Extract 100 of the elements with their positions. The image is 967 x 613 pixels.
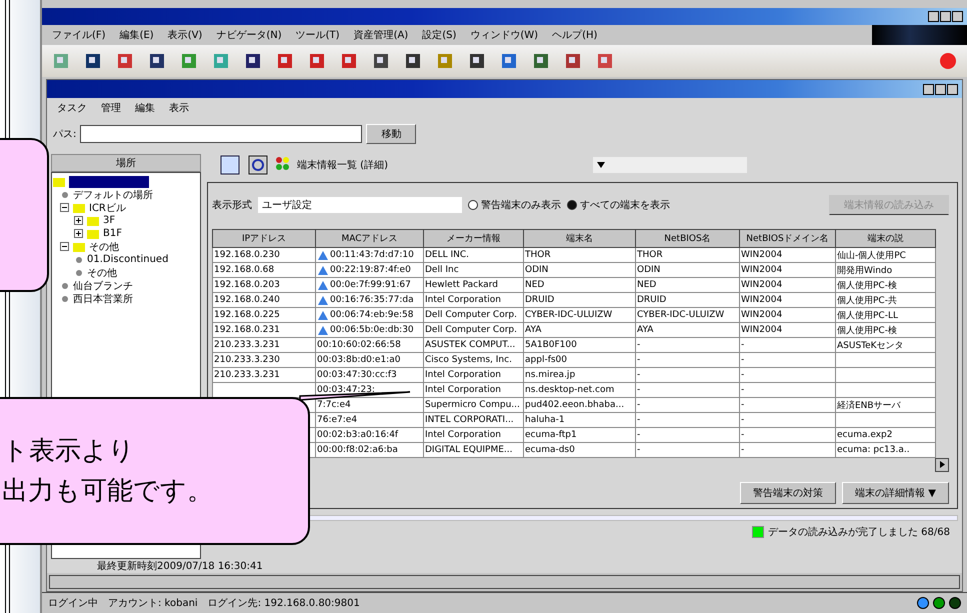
expander-icon[interactable] — [74, 216, 83, 225]
caret-icon — [597, 162, 605, 168]
table-cell: 個人使用PC-検 — [837, 280, 897, 290]
menu-item[interactable]: 編集 — [135, 101, 155, 115]
node-icon — [60, 294, 70, 304]
column-header[interactable]: NetBIOSドメイン名 — [740, 230, 836, 248]
table-cell: 210.233.3.231 — [214, 340, 280, 350]
table-cell: NED — [637, 280, 656, 290]
table-cell: ecuma-ds0 — [525, 445, 575, 455]
minimize-button[interactable] — [923, 84, 934, 94]
tree-item[interactable]: 西日本営業所 — [73, 292, 133, 306]
tree-item[interactable]: その他 — [87, 266, 117, 280]
table-cell: 00:06:5b:0e:db:30 — [330, 325, 414, 335]
radio-button[interactable] — [468, 200, 478, 210]
menu-item[interactable]: 設定(S) — [422, 28, 456, 42]
tree-item[interactable]: その他 — [89, 240, 119, 254]
tree-item[interactable]: ICRビル — [89, 200, 126, 214]
horizontal-scrollbar[interactable] — [49, 575, 960, 589]
radio-button[interactable] — [567, 200, 577, 210]
table-cell: - — [637, 370, 640, 380]
table-cell: ODIN — [637, 265, 660, 275]
action-button[interactable]: 端末の詳細情報 ▼ — [842, 482, 949, 504]
expander-icon[interactable] — [60, 203, 69, 212]
toolbar-icon[interactable] — [372, 52, 390, 70]
table-cell: Dell Inc — [425, 265, 459, 275]
close-button[interactable] — [947, 84, 958, 94]
menu-item[interactable]: ナビゲータ(N) — [216, 28, 282, 42]
table-cell: 仙山-個人使用PC — [837, 250, 906, 260]
radio-label: すべての端末を表示 — [580, 198, 670, 212]
tree-item[interactable] — [69, 176, 149, 188]
table-cell: 7:7c:e4 — [317, 400, 351, 410]
toolbar-icon[interactable] — [564, 52, 582, 70]
tree-item[interactable]: B1F — [103, 228, 122, 239]
status-bar-text: ログイン中 アカウント: kobani ログイン先: 192.168.0.80:9801 — [48, 596, 360, 610]
column-header[interactable]: 端末の説 — [836, 230, 936, 248]
expander-icon[interactable] — [74, 229, 83, 238]
expander-icon[interactable] — [60, 242, 69, 251]
menu-item[interactable]: 表示 — [169, 101, 189, 115]
table-cell: THOR — [525, 250, 551, 260]
column-header[interactable]: IPアドレス — [212, 230, 316, 248]
table-cell: - — [741, 340, 744, 350]
last-update-text: 最終更新時刻2009/07/18 16:30:41 — [97, 561, 263, 572]
table-cell: - — [741, 400, 744, 410]
tree-item[interactable]: デフォルトの場所 — [73, 188, 153, 202]
table-cell: 00:03:47:30:cc:f3 — [317, 370, 397, 380]
menu-item[interactable]: 編集(E) — [120, 28, 154, 42]
toolbar-icon[interactable] — [404, 52, 422, 70]
column-header[interactable]: 端末名 — [524, 230, 636, 248]
table-cell: - — [741, 355, 744, 365]
menu-item[interactable]: ツール(T) — [296, 28, 340, 42]
table-cell: ODIN — [525, 265, 548, 275]
table-cell: 00:10:60:02:66:58 — [317, 340, 401, 350]
toolbar-icon[interactable] — [244, 52, 262, 70]
menu-item[interactable]: タスク — [57, 101, 87, 115]
callout-text: 出力も可能です。 — [2, 475, 214, 508]
maximize-button[interactable] — [940, 11, 951, 22]
network-icon — [317, 264, 329, 276]
table-cell: Hewlett Packard — [425, 280, 498, 290]
table-cell: - — [637, 445, 640, 455]
menu-item[interactable]: 管理 — [101, 101, 121, 115]
action-button[interactable]: 警告端末の対策 — [740, 482, 836, 504]
document-icon[interactable] — [219, 155, 241, 175]
menu-item[interactable]: 表示(V) — [168, 28, 202, 42]
table-cell: - — [741, 385, 744, 395]
menu-item[interactable]: ウィンドウ(W) — [470, 28, 538, 42]
scroll-right-button[interactable] — [935, 458, 949, 472]
maximize-button[interactable] — [935, 84, 946, 94]
tree-item[interactable]: 仙台ブランチ — [73, 278, 133, 292]
table-cell: haluha-1 — [525, 415, 565, 425]
table-cell: 192.168.0.231 — [214, 325, 280, 335]
minimize-button[interactable] — [928, 11, 939, 22]
menu-item[interactable]: 資産管理(A) — [354, 28, 408, 42]
menu-item[interactable]: ヘルプ(H) — [552, 28, 598, 42]
tree-item[interactable]: 3F — [103, 215, 116, 226]
table-cell: THOR — [637, 250, 663, 260]
column-header[interactable]: MACアドレス — [316, 230, 424, 248]
table-cell: DRUID — [525, 295, 554, 305]
tree-item[interactable]: 01.Discontinued — [87, 254, 168, 265]
column-header[interactable]: メーカー情報 — [424, 230, 524, 248]
node-icon — [74, 268, 84, 278]
table-cell: - — [741, 430, 744, 440]
table-cell: CYBER-IDC-ULUIZW — [525, 310, 612, 320]
go-button[interactable]: 移動 — [366, 124, 416, 144]
display-mode-dropdown[interactable]: ユーザ設定 — [258, 197, 462, 213]
toolbar-icon[interactable] — [148, 52, 166, 70]
toolbar-icon[interactable] — [468, 52, 486, 70]
close-button[interactable] — [952, 11, 963, 22]
refresh-icon[interactable] — [247, 155, 269, 175]
toolbar-icon[interactable] — [532, 52, 550, 70]
toolbar-icon[interactable] — [84, 52, 102, 70]
menu-item[interactable]: ファイル(F) — [52, 28, 106, 42]
table-cell: WIN2004 — [741, 310, 782, 320]
column-header[interactable]: NetBIOS名 — [636, 230, 740, 248]
path-field[interactable] — [80, 125, 362, 143]
table-cell: 210.233.3.230 — [214, 355, 280, 365]
table-cell: INTEL CORPORATI... — [425, 415, 514, 425]
table-cell: ASUSTeKセンタ — [837, 340, 904, 350]
table-cell: 76:e7:e4 — [317, 415, 358, 425]
table-cell: ecuma.exp2 — [837, 430, 892, 440]
alert-icon[interactable] — [939, 52, 957, 70]
